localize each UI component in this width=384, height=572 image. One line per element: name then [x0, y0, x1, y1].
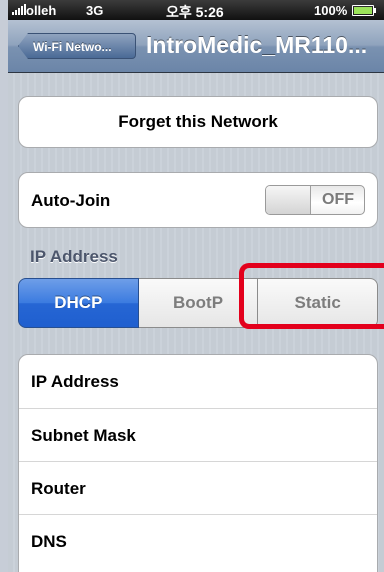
auto-join-label: Auto-Join	[31, 191, 111, 210]
back-button[interactable]: Wi-Fi Netwo...	[18, 33, 136, 59]
battery-icon	[352, 5, 376, 16]
page-title: IntroMedic_MR110...	[146, 32, 368, 58]
navigation-bar: Wi-Fi Netwo... IntroMedic_MR110...	[8, 20, 384, 73]
auto-join-cell: Auto-Join OFF	[18, 172, 378, 228]
carrier-name: olleh	[26, 3, 57, 18]
subnet-mask-row[interactable]: Subnet Mask	[19, 408, 377, 461]
clock: 오후 5:26	[166, 4, 224, 20]
ip-address-row[interactable]: IP Address	[19, 355, 377, 408]
static-highlight-annotation	[239, 263, 384, 329]
network-type: 3G	[86, 3, 104, 18]
ip-address-section-header: IP Address	[30, 247, 118, 266]
router-row[interactable]: Router	[19, 461, 377, 514]
toggle-knob[interactable]	[266, 186, 311, 214]
dns-row[interactable]: DNS	[19, 514, 377, 567]
status-bar: olleh 3G 오후 5:26 100%	[8, 0, 384, 20]
toggle-state-label: OFF	[322, 191, 354, 208]
signal-strength-icon	[12, 4, 26, 15]
forget-network-button[interactable]: Forget this Network	[18, 96, 378, 148]
ip-fields-list: IP Address Subnet Mask Router DNS	[18, 354, 378, 572]
auto-join-toggle[interactable]: OFF	[265, 185, 365, 215]
battery-percent: 100%	[314, 3, 348, 18]
segment-dhcp[interactable]: DHCP	[18, 278, 139, 328]
